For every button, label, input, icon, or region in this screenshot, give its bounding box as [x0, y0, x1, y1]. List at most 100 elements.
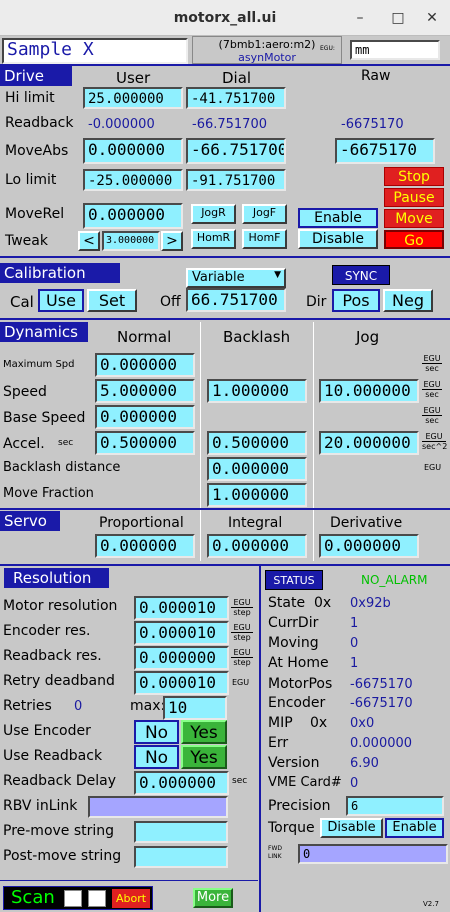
offset-input[interactable]: 66.751700 — [186, 288, 286, 312]
eres-unit-egu: EGU — [231, 623, 253, 633]
motor-resolution-input[interactable]: 0.000010 — [134, 596, 229, 620]
torque-enable-button[interactable]: Enable — [385, 818, 444, 838]
integral-gain-input[interactable]: 0.000000 — [207, 534, 307, 558]
moving-value: 0 — [350, 636, 359, 651]
accel-input[interactable]: 0.500000 — [95, 431, 195, 455]
vme-card-value: 0 — [350, 776, 359, 791]
fwd-label: FWD — [268, 845, 283, 852]
derivative-gain-input[interactable]: 0.000000 — [319, 534, 419, 558]
scan-checkbox-2[interactable] — [88, 890, 106, 907]
link-label: LINK — [268, 853, 282, 860]
offset-label: Off — [160, 294, 181, 310]
err-value: 0.000000 — [350, 736, 413, 751]
hi-limit-label: Hi limit — [5, 90, 55, 106]
use-readback-yes-button[interactable]: Yes — [181, 745, 227, 769]
egu-field[interactable]: mm — [350, 40, 440, 60]
hi-limit-user-input[interactable]: 25.000000 — [83, 87, 183, 109]
retries-label: Retries — [3, 698, 52, 714]
jog-reverse-button[interactable]: JogR — [191, 204, 236, 224]
calibration-mode-select[interactable]: Variable ▼ — [186, 268, 286, 288]
driver-name: asynMotor — [238, 51, 296, 64]
max-speed-unit-sec: sec — [425, 364, 439, 373]
move-fraction-input[interactable]: 1.000000 — [207, 483, 307, 507]
cal-use-button[interactable]: Use — [38, 289, 84, 312]
rres-unit-egu: EGU — [231, 648, 253, 658]
maximize-icon[interactable]: □ — [388, 8, 408, 28]
pause-button[interactable]: Pause — [384, 188, 444, 207]
tweak-forward-button[interactable]: > — [161, 231, 183, 251]
backlash-distance-input[interactable]: 0.000000 — [207, 457, 307, 481]
moveabs-user-input[interactable]: 0.000000 — [83, 138, 183, 164]
minimize-icon[interactable]: – — [350, 8, 370, 28]
jog-accel-input[interactable]: 20.000000 — [319, 431, 419, 455]
jog-speed-input[interactable]: 10.000000 — [319, 379, 419, 403]
enable-button[interactable]: Enable — [298, 208, 378, 228]
retry-deadband-input[interactable]: 0.000010 — [134, 671, 229, 695]
tweak-reverse-button[interactable]: < — [78, 231, 100, 251]
at-home-value: 1 — [350, 656, 359, 671]
base-speed-label: Base Speed — [3, 410, 86, 426]
disable-button[interactable]: Disable — [298, 229, 378, 249]
mres-unit-step: step — [233, 608, 251, 617]
window-title: motorx_all.ui — [173, 10, 277, 26]
readback-delay-input[interactable]: 0.000000 — [134, 771, 229, 795]
moveabs-dial-input[interactable]: -66.751700 — [186, 138, 286, 164]
eres-unit-step: step — [233, 633, 251, 642]
backlash-speed-input[interactable]: 1.000000 — [207, 379, 307, 403]
cal-set-button[interactable]: Set — [87, 289, 137, 312]
speed-input[interactable]: 5.000000 — [95, 379, 195, 403]
home-forward-button[interactable]: HomF — [242, 229, 287, 249]
stop-button[interactable]: Stop — [384, 167, 444, 186]
tweak-step-input[interactable]: 3.000000 — [102, 231, 160, 251]
home-reverse-button[interactable]: HomR — [191, 229, 236, 249]
max-speed-input[interactable]: 0.000000 — [95, 353, 195, 377]
rbv-inlink-input[interactable] — [88, 796, 228, 818]
lo-limit-user-input[interactable]: -25.000000 — [83, 169, 183, 191]
version-label: Version — [268, 755, 320, 771]
normal-column-header: Normal — [117, 328, 172, 346]
sync-button[interactable]: SYNC — [332, 265, 390, 285]
abort-button[interactable]: Abort — [112, 889, 150, 908]
more-button[interactable]: More — [193, 888, 233, 908]
backlash-distance-label: Backlash distance — [3, 460, 121, 475]
use-readback-no-button[interactable]: No — [134, 745, 179, 769]
dir-neg-button[interactable]: Neg — [383, 289, 433, 312]
hi-limit-dial-input[interactable]: -41.751700 — [186, 87, 286, 109]
dir-pos-button[interactable]: Pos — [332, 289, 380, 312]
encoder-res-input[interactable]: 0.000010 — [134, 621, 229, 645]
torque-disable-button[interactable]: Disable — [320, 818, 383, 838]
encoder-label: Encoder — [268, 695, 326, 711]
motor-description-field[interactable]: Sample X — [2, 38, 188, 64]
max-speed-label: Maximum Spd — [3, 359, 75, 370]
scan-checkbox-1[interactable] — [64, 890, 82, 907]
precision-input[interactable]: 6 — [346, 796, 444, 816]
motor-pos-label: MotorPos — [268, 676, 333, 692]
post-move-input[interactable] — [134, 846, 228, 868]
speed-label: Speed — [3, 384, 47, 400]
lo-limit-dial-input[interactable]: -91.751700 — [186, 169, 286, 191]
go-button[interactable]: Go — [384, 230, 444, 249]
encoder-value: -6675170 — [350, 696, 413, 711]
use-encoder-yes-button[interactable]: Yes — [181, 720, 227, 744]
jog-forward-button[interactable]: JogF — [242, 204, 287, 224]
base-speed-unit-sec: sec — [425, 416, 439, 425]
scan-label: Scan — [11, 887, 55, 908]
max-retries-input[interactable]: 10 — [163, 696, 227, 720]
readback-user-value: -0.000000 — [88, 117, 155, 132]
post-move-label: Post-move string — [3, 848, 122, 864]
curr-dir-value: 1 — [350, 616, 359, 631]
moveabs-raw-input[interactable]: -6675170 — [335, 138, 435, 164]
move-button[interactable]: Move — [384, 209, 444, 228]
base-speed-input[interactable]: 0.000000 — [95, 405, 195, 429]
pre-move-input[interactable] — [134, 821, 228, 843]
moverel-input[interactable]: 0.000000 — [83, 203, 183, 229]
at-home-label: At Home — [268, 655, 329, 671]
integral-header: Integral — [228, 515, 283, 531]
forward-link-input[interactable]: 0 — [298, 844, 448, 864]
backlash-accel-input[interactable]: 0.500000 — [207, 431, 307, 455]
use-encoder-no-button[interactable]: No — [134, 720, 179, 744]
backlash-distance-unit: EGU — [424, 463, 442, 472]
readback-res-input[interactable]: 0.000000 — [134, 646, 229, 670]
close-icon[interactable]: ✕ — [422, 8, 442, 28]
proportional-gain-input[interactable]: 0.000000 — [95, 534, 195, 558]
